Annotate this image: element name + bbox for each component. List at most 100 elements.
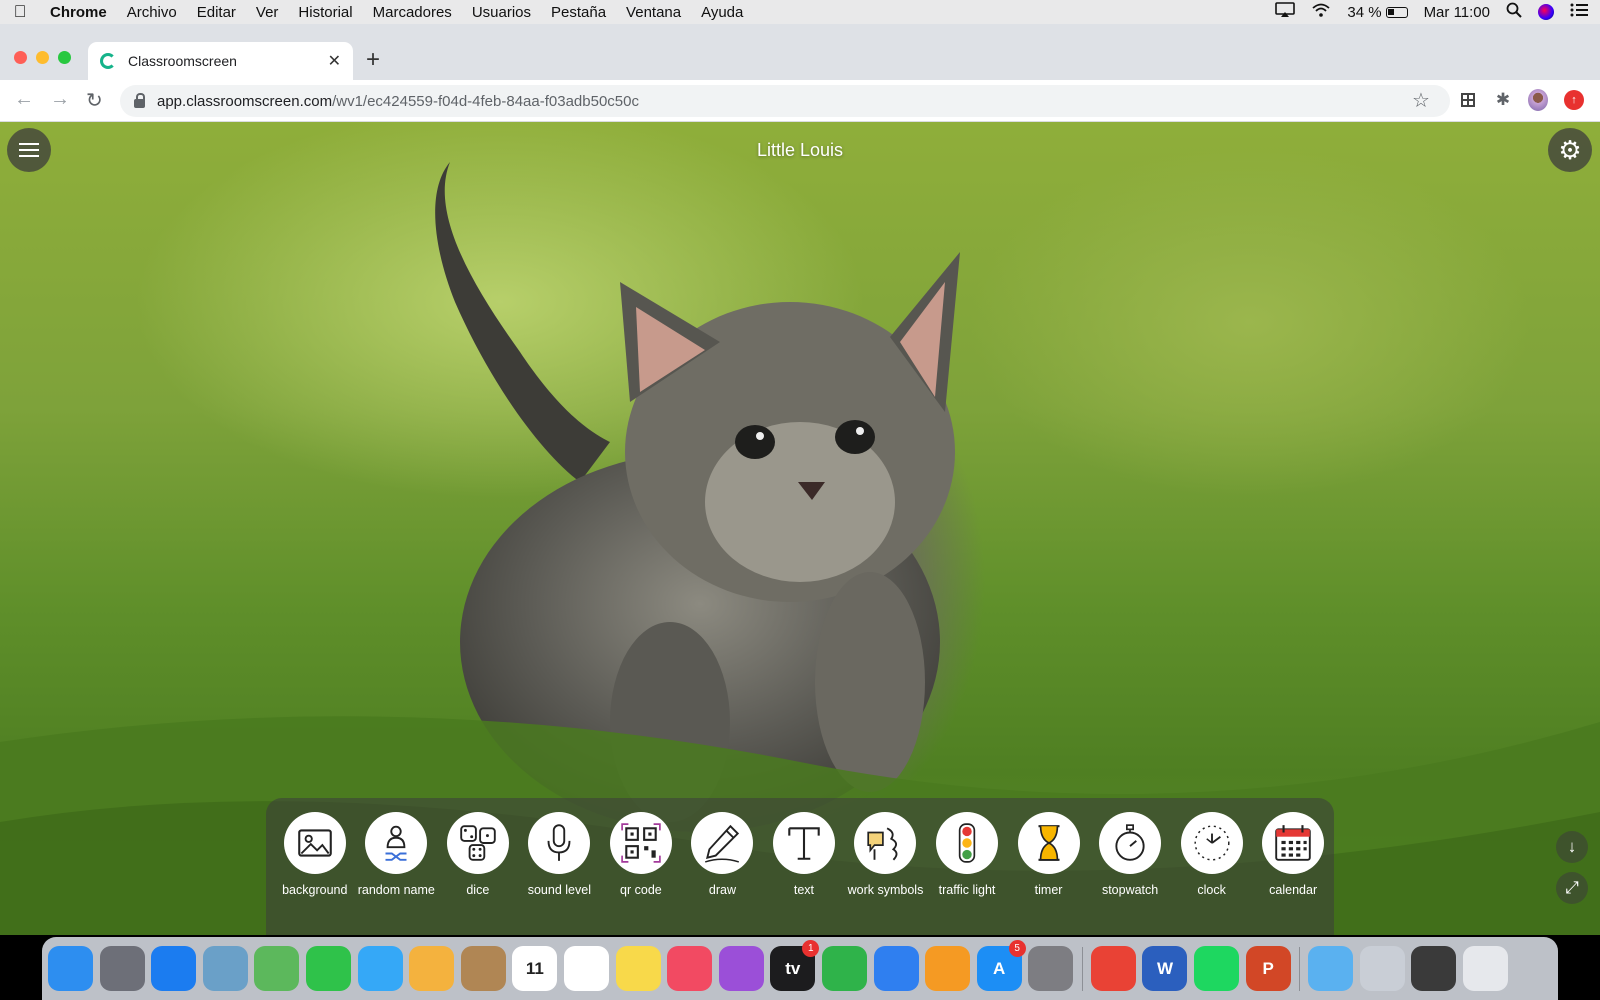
widget-timer[interactable]: timer: [1008, 812, 1090, 935]
widget-calendar[interactable]: calendar: [1252, 812, 1334, 935]
menu-app-name[interactable]: Chrome: [40, 4, 117, 21]
music-icon[interactable]: [667, 946, 713, 991]
photos-icon[interactable]: [409, 946, 455, 991]
menu-historial[interactable]: Historial: [288, 4, 362, 21]
widget-background[interactable]: background: [274, 812, 356, 935]
close-tab-icon[interactable]: ✕: [328, 51, 341, 71]
hamburger-menu-button[interactable]: [7, 128, 51, 172]
extensions-puzzle-icon[interactable]: ✱: [1493, 90, 1513, 110]
work-symbols-icon: [854, 812, 917, 874]
battery-status[interactable]: 34 %: [1347, 3, 1408, 21]
calendar-app-icon[interactable]: 11: [512, 946, 558, 991]
spotlight-search-icon[interactable]: [1506, 2, 1522, 22]
collapse-toolbar-arrow-icon[interactable]: ↓: [1556, 831, 1588, 863]
address-bar[interactable]: app.classroomscreen.com/wv1/ec424559-f04…: [120, 85, 1450, 117]
menubar-clock[interactable]: Mar 11:00: [1424, 4, 1490, 21]
reminders-icon[interactable]: [563, 946, 609, 991]
window-controls: [14, 51, 71, 64]
maps-icon[interactable]: [254, 946, 300, 991]
qr-code-icon: [609, 812, 672, 874]
new-tab-button[interactable]: +: [366, 46, 380, 74]
fullscreen-expand-icon[interactable]: ⤢: [1556, 872, 1588, 904]
menu-archivo[interactable]: Archivo: [117, 4, 187, 21]
pencil-icon: [691, 812, 754, 874]
browser-tab[interactable]: Classroomscreen ✕: [88, 42, 353, 80]
battery-percent: 34 %: [1347, 3, 1382, 21]
chrome-icon[interactable]: [1090, 946, 1136, 991]
menu-ver[interactable]: Ver: [246, 4, 289, 21]
person-shuffle-icon: [365, 812, 428, 874]
word-icon[interactable]: W: [1142, 946, 1188, 991]
siri-icon[interactable]: [1538, 4, 1554, 20]
widget-label: stopwatch: [1101, 883, 1159, 897]
menu-editar[interactable]: Editar: [187, 4, 246, 21]
contacts-icon[interactable]: [460, 946, 506, 991]
downloads-folder-icon[interactable]: [1308, 946, 1354, 991]
finder-icon[interactable]: [48, 946, 93, 991]
macos-dock: 11 tv 1 A 5 W P: [42, 937, 1558, 1000]
dock-app-text: A: [993, 958, 1006, 978]
widget-text[interactable]: text: [763, 812, 845, 935]
powerpoint-icon[interactable]: P: [1245, 946, 1291, 991]
apple-tv-icon[interactable]: tv 1: [770, 940, 820, 991]
menu-bar:  Chrome Archivo Editar Ver Historial Ma…: [0, 0, 1600, 24]
update-alert-icon[interactable]: ↑: [1564, 90, 1584, 110]
settings-gear-icon[interactable]: ⚙: [1548, 128, 1592, 172]
notes-icon[interactable]: [615, 946, 661, 991]
widget-dice[interactable]: dice: [437, 812, 519, 935]
widget-sound-level[interactable]: sound level: [519, 812, 601, 935]
widget-stopwatch[interactable]: stopwatch: [1089, 812, 1171, 935]
menu-ventana[interactable]: Ventana: [616, 4, 691, 21]
messages-icon[interactable]: [357, 946, 403, 991]
menu-usuarios[interactable]: Usuarios: [462, 4, 541, 21]
zoom-window-button[interactable]: [58, 51, 71, 64]
widget-qr-code[interactable]: qr code: [600, 812, 682, 935]
bookmark-star-icon[interactable]: ☆: [1412, 88, 1430, 113]
stack-2-icon[interactable]: [1411, 946, 1457, 991]
tab-strip: Classroomscreen ✕ +: [0, 24, 1600, 80]
board-title[interactable]: Little Louis: [0, 140, 1600, 161]
minimize-window-button[interactable]: [36, 51, 49, 64]
widget-random-name[interactable]: random name: [356, 812, 438, 935]
widget-label: qr code: [620, 883, 662, 897]
menu-pestana[interactable]: Pestaña: [541, 4, 616, 21]
widget-draw[interactable]: draw: [682, 812, 764, 935]
app-store-icon[interactable]: A5: [976, 940, 1026, 991]
facetime-icon[interactable]: [305, 946, 351, 991]
wifi-icon[interactable]: [1311, 2, 1331, 22]
apple-menu-icon[interactable]: : [0, 2, 40, 22]
airplay-icon[interactable]: [1275, 2, 1296, 22]
safari-icon[interactable]: [151, 946, 197, 991]
dock-app-text: P: [1262, 958, 1274, 978]
trash-icon[interactable]: [1463, 946, 1509, 991]
dock-app-text: 11: [525, 958, 544, 978]
close-window-button[interactable]: [14, 51, 27, 64]
keynote-icon[interactable]: [873, 946, 919, 991]
reload-icon[interactable]: ↻: [86, 88, 103, 113]
pages-icon[interactable]: [925, 946, 971, 991]
widget-traffic-light[interactable]: traffic light: [926, 812, 1008, 935]
back-arrow-icon[interactable]: ←: [14, 88, 34, 111]
dock-separator: [1081, 946, 1083, 991]
podcasts-icon[interactable]: [718, 946, 764, 991]
menu-ayuda[interactable]: Ayuda: [691, 4, 753, 21]
numbers-icon[interactable]: [821, 946, 867, 991]
system-preferences-icon[interactable]: [1028, 946, 1074, 991]
lock-icon[interactable]: [134, 92, 145, 108]
control-center-icon[interactable]: [1570, 3, 1588, 21]
microphone-icon: [528, 812, 591, 874]
menu-marcadores[interactable]: Marcadores: [363, 4, 462, 21]
extension-grid-icon[interactable]: [1458, 90, 1478, 110]
forward-arrow-icon[interactable]: →: [50, 88, 70, 111]
widget-label: sound level: [527, 883, 591, 897]
profile-avatar-icon[interactable]: [1528, 89, 1548, 111]
launchpad-icon[interactable]: [99, 946, 145, 991]
preview-icon[interactable]: [202, 946, 248, 991]
widget-label: dice: [466, 883, 490, 897]
spotify-icon[interactable]: [1194, 946, 1240, 991]
widget-work-symbols[interactable]: work symbols: [845, 812, 927, 935]
stack-icon[interactable]: [1359, 946, 1405, 991]
text-icon: [772, 812, 835, 874]
url-host: app.classroomscreen.com: [157, 92, 333, 110]
widget-clock[interactable]: clock: [1171, 812, 1253, 935]
